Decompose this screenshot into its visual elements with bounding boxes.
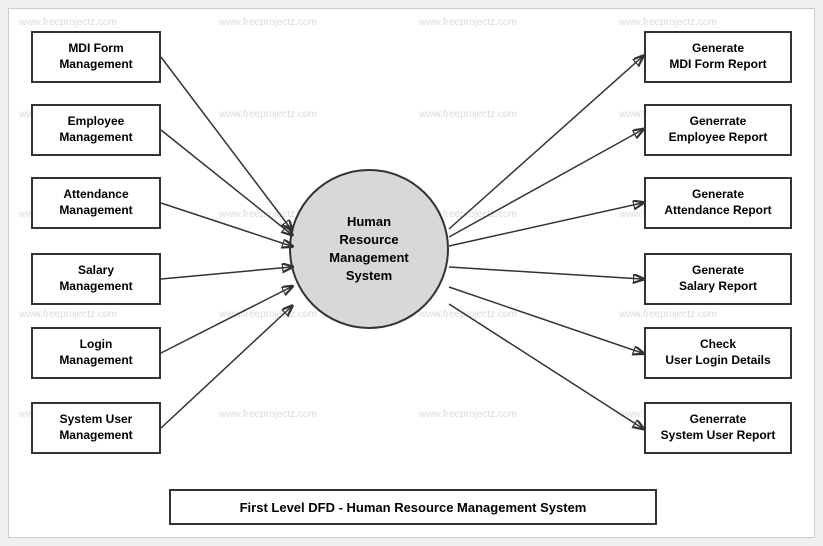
node-gen-sysuser-report: GenerrateSystem User Report bbox=[644, 402, 792, 454]
node-gen-emp-report: GenerrateEmployee Report bbox=[644, 104, 792, 156]
caption-box: First Level DFD - Human Resource Managem… bbox=[169, 489, 657, 525]
watermark-1: www.freeprojectz.com bbox=[19, 17, 117, 28]
node-gen-mdi-report: GenerateMDI Form Report bbox=[644, 31, 792, 83]
watermark-6: www.freeprojectz.com bbox=[219, 109, 317, 120]
watermark-2: www.freeprojectz.com bbox=[219, 17, 317, 28]
watermark-3: www.freeprojectz.com bbox=[419, 17, 517, 28]
node-salary-mgmt: SalaryManagement bbox=[31, 253, 161, 305]
node-attendance-mgmt: AttendanceManagement bbox=[31, 177, 161, 229]
watermark-4: www.freeprojectz.com bbox=[619, 17, 717, 28]
watermark-14: www.freeprojectz.com bbox=[219, 309, 317, 320]
watermark-16: www.freeprojectz.com bbox=[619, 309, 717, 320]
diagram-container: www.freeprojectz.com www.freeprojectz.co… bbox=[8, 8, 815, 538]
node-check-login: CheckUser Login Details bbox=[644, 327, 792, 379]
watermark-7: www.freeprojectz.com bbox=[419, 109, 517, 120]
node-sysuser-mgmt: System UserManagement bbox=[31, 402, 161, 454]
watermark-15: www.freeprojectz.com bbox=[419, 309, 517, 320]
node-mdi-form-mgmt: MDI FormManagement bbox=[31, 31, 161, 83]
watermark-13: www.freeprojectz.com bbox=[19, 309, 117, 320]
center-hrms: HumanResourceManagementSystem bbox=[289, 169, 449, 329]
node-gen-att-report: GenerateAttendance Report bbox=[644, 177, 792, 229]
node-gen-sal-report: GenerateSalary Report bbox=[644, 253, 792, 305]
watermark-19: www.freeprojectz.com bbox=[419, 409, 517, 420]
node-login-mgmt: LoginManagement bbox=[31, 327, 161, 379]
node-employee-mgmt: EmployeeManagement bbox=[31, 104, 161, 156]
watermark-18: www.freeprojectz.com bbox=[219, 409, 317, 420]
